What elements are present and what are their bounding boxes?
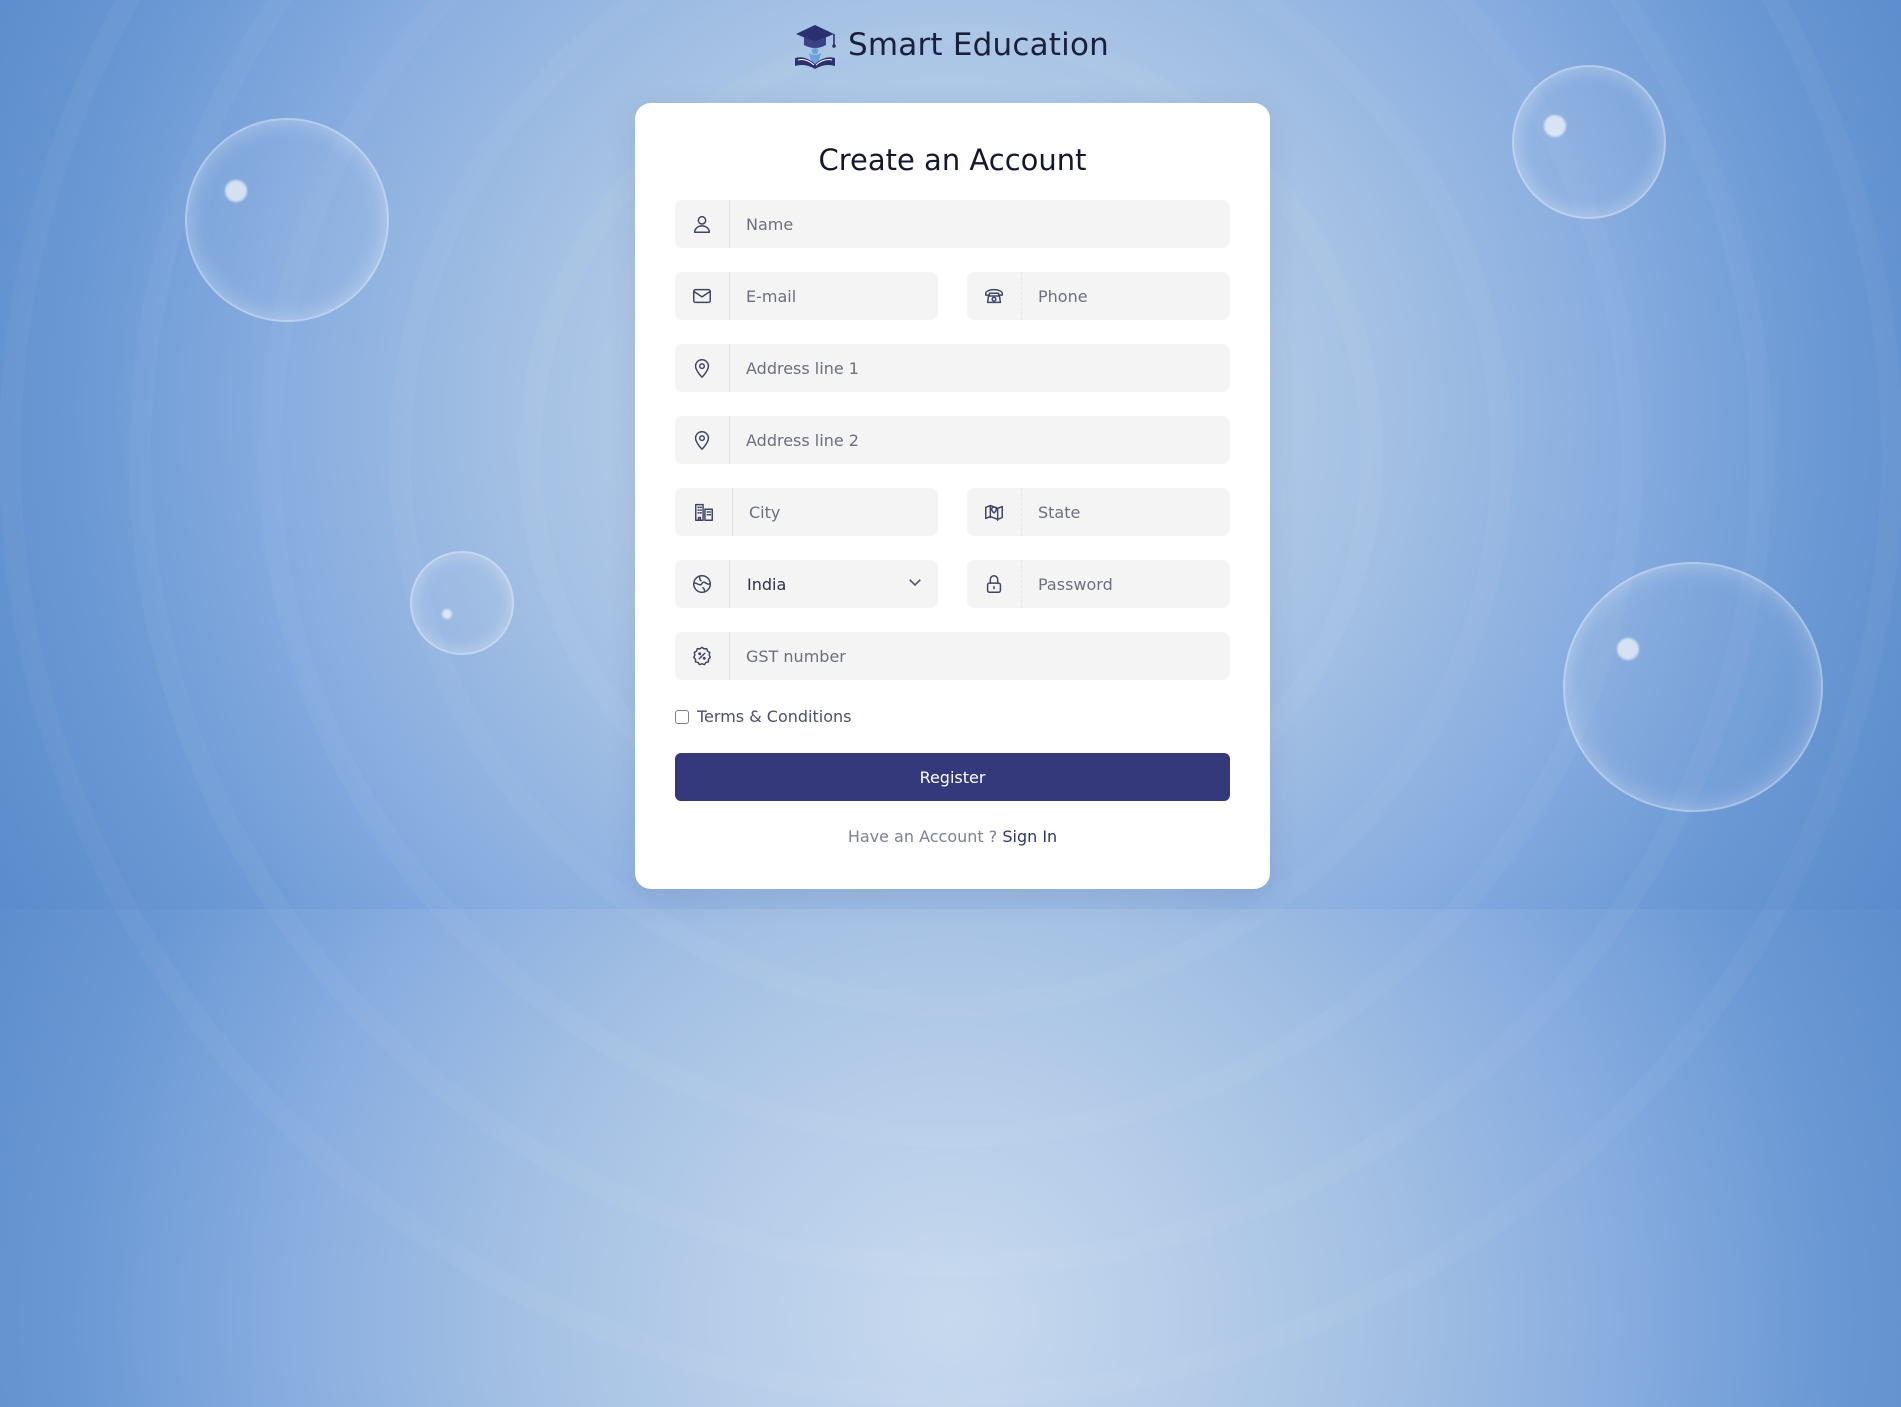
brand-header: Smart Education [0, 20, 1901, 70]
buildings-icon [675, 488, 733, 536]
chevron-down-icon [906, 573, 924, 595]
address-line-2-input[interactable] [730, 417, 1230, 463]
decorative-bubble [410, 551, 514, 655]
terms-label[interactable]: Terms & Conditions [697, 707, 851, 726]
telephone-icon [967, 272, 1022, 320]
phone-input[interactable] [1022, 273, 1254, 319]
email-input[interactable] [730, 273, 962, 319]
signin-link[interactable]: Sign In [1002, 827, 1057, 846]
gst-number-input[interactable] [730, 633, 1230, 679]
password-input[interactable] [1022, 561, 1254, 607]
gst-number-field [675, 632, 1230, 680]
country-select[interactable]: India [730, 560, 938, 608]
signin-line: Have an Account ? Sign In [635, 827, 1270, 846]
user-icon [675, 200, 730, 248]
graduation-cap-book-icon [795, 25, 836, 69]
decorative-bubble [1563, 562, 1823, 812]
state-input[interactable] [1022, 489, 1254, 535]
map-pin-icon [675, 416, 730, 464]
city-input[interactable] [733, 489, 965, 535]
map-icon [967, 488, 1022, 536]
address-line-1-input[interactable] [730, 345, 1230, 391]
percent-badge-icon [675, 632, 730, 680]
register-button[interactable]: Register [675, 753, 1230, 801]
address-line-2-field [675, 416, 1230, 464]
decorative-bubble [1512, 65, 1666, 219]
country-select-value: India [747, 574, 787, 594]
phone-field [967, 272, 1254, 320]
envelope-icon [675, 272, 730, 320]
globe-icon [675, 560, 730, 608]
brand-title: Smart Education [848, 27, 1109, 63]
terms-row: Terms & Conditions [675, 707, 851, 726]
terms-checkbox[interactable] [675, 709, 689, 724]
map-pin-icon [675, 344, 730, 392]
lock-icon [967, 560, 1022, 608]
address-line-1-field [675, 344, 1230, 392]
register-card: Create an Account Name E-mail Phone Addr… [635, 103, 1270, 889]
state-field [967, 488, 1254, 536]
name-field [675, 200, 1230, 248]
password-field [967, 560, 1254, 608]
name-input[interactable] [730, 201, 1230, 247]
decorative-bubble [185, 118, 389, 322]
city-field [675, 488, 965, 536]
email-field [675, 272, 962, 320]
form-title: Create an Account [818, 143, 1087, 177]
signin-prompt: Have an Account ? [847, 827, 1003, 846]
country-field: India [675, 560, 938, 608]
